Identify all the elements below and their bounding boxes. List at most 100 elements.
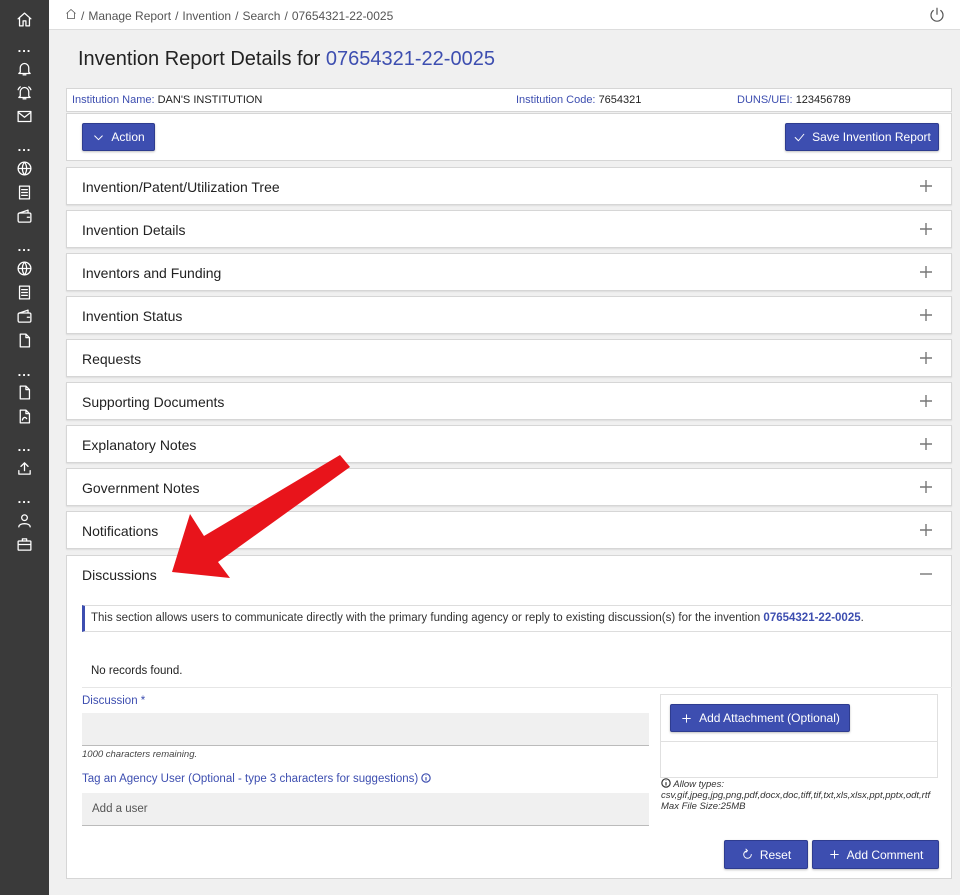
refresh-icon xyxy=(743,848,752,859)
add-attachment-button[interactable]: Add Attachment (Optional) xyxy=(670,704,850,732)
add-comment-label: Add Comment xyxy=(846,847,924,862)
panel-government-notes[interactable]: Government Notes xyxy=(66,468,952,506)
institution-name: Institution Name: DAN'S INSTITUTION xyxy=(72,94,262,106)
plus-icon[interactable] xyxy=(919,394,933,408)
duns-value: 123456789 xyxy=(795,94,851,106)
panel-title: Invention/Patent/Utilization Tree xyxy=(82,179,280,195)
institution-name-value: DAN'S INSTITUTION xyxy=(157,94,263,106)
allow-types-list: csv,gif,jpeg,jpg,png,pdf,docx,doc,tiff,t… xyxy=(661,790,931,801)
panel-title: Government Notes xyxy=(82,480,200,496)
allow-types-label: Allow types: xyxy=(673,779,724,790)
institution-code-label: Institution Code: xyxy=(516,94,596,106)
characters-remaining: 1000 characters remaining. xyxy=(82,749,198,760)
chevron-down-icon xyxy=(94,134,104,140)
max-file-size: Max File Size:25MB xyxy=(661,801,746,812)
panel-inventors-and-funding[interactable]: Inventors and Funding xyxy=(66,253,952,291)
action-button-label: Action xyxy=(111,130,145,144)
info-icon[interactable] xyxy=(421,773,432,783)
sidebar-more-dots[interactable]: ... xyxy=(0,240,49,253)
breadcrumb: / Manage Report / Invention / Search / 0… xyxy=(65,8,393,23)
checkmark-icon xyxy=(794,133,805,141)
panel-title: Supporting Documents xyxy=(82,394,225,410)
minus-icon[interactable] xyxy=(919,567,933,581)
panel-invention-details[interactable]: Invention Details xyxy=(66,210,952,248)
panel-explanatory-notes[interactable]: Explanatory Notes xyxy=(66,425,952,463)
page-title: Invention Report Details for 07654321-22… xyxy=(78,48,495,71)
action-button[interactable]: Action xyxy=(82,123,155,151)
panel-invention-status[interactable]: Invention Status xyxy=(66,296,952,334)
discussion-label: Discussion * xyxy=(82,695,146,707)
divider xyxy=(661,741,937,742)
document-list-icon[interactable] xyxy=(14,282,34,302)
home-icon[interactable] xyxy=(14,9,34,29)
panel-notifications[interactable]: Notifications xyxy=(66,511,952,549)
notice-invention-number: 07654321-22-0025 xyxy=(763,612,861,624)
plus-icon[interactable] xyxy=(919,308,933,322)
notice-end: . xyxy=(860,612,864,624)
allowed-file-types: Allow types: csv,gif,jpeg,jpg,png,pdf,do… xyxy=(661,778,951,812)
plus-icon[interactable] xyxy=(919,265,933,279)
save-invention-report-button[interactable]: Save Invention Report xyxy=(785,123,939,151)
info-icon xyxy=(661,778,671,788)
page-title-prefix: Invention Report Details for xyxy=(78,48,321,70)
add-user-input[interactable] xyxy=(82,793,649,826)
no-records-text: No records found. xyxy=(91,665,183,677)
wallet-icon[interactable] xyxy=(14,206,34,226)
add-attachment-label: Add Attachment (Optional) xyxy=(699,711,840,725)
file-icon[interactable] xyxy=(14,382,34,402)
breadcrumb-item-search[interactable]: Search xyxy=(242,9,280,23)
document-list-icon[interactable] xyxy=(14,182,34,202)
top-bar: / Manage Report / Invention / Search / 0… xyxy=(49,0,960,30)
page-title-number: 07654321-22-0025 xyxy=(325,48,495,70)
file-icon[interactable] xyxy=(14,330,34,350)
breadcrumb-item-invention[interactable]: Invention xyxy=(182,9,231,23)
pdf-file-icon[interactable] xyxy=(14,406,34,426)
panel-supporting-documents[interactable]: Supporting Documents xyxy=(66,382,952,420)
institution-code: Institution Code: 7654321 xyxy=(516,94,641,106)
plus-icon[interactable] xyxy=(919,437,933,451)
panel-title[interactable]: Discussions xyxy=(82,567,157,583)
sidebar-more-dots[interactable]: ... xyxy=(0,365,49,378)
sidebar-more-dots[interactable]: ... xyxy=(0,492,49,505)
panel-requests[interactable]: Requests xyxy=(66,339,952,377)
plus-icon[interactable] xyxy=(919,480,933,494)
panel-invention-patent-utilization-tree[interactable]: Invention/Patent/Utilization Tree xyxy=(66,167,952,205)
wallet-icon[interactable] xyxy=(14,306,34,326)
institution-code-value: 7654321 xyxy=(598,94,642,106)
panel-title: Invention Details xyxy=(82,222,186,238)
attachment-box: Add Attachment (Optional) xyxy=(660,694,938,778)
mail-icon[interactable] xyxy=(14,106,34,126)
bell-icon[interactable] xyxy=(14,58,34,78)
panel-title: Explanatory Notes xyxy=(82,437,197,453)
globe-icon[interactable] xyxy=(14,158,34,178)
duns-uei: DUNS/UEI: 123456789 xyxy=(737,94,851,106)
power-icon[interactable] xyxy=(928,6,946,24)
sidebar-more-dots[interactable]: ... xyxy=(0,440,49,453)
institution-info-bar: Institution Name: DAN'S INSTITUTION Inst… xyxy=(66,88,952,112)
breadcrumb-item-manage-report[interactable]: Manage Report xyxy=(88,9,171,23)
plus-icon[interactable] xyxy=(919,179,933,193)
tag-label-text: Tag an Agency User (Optional - type 3 ch… xyxy=(82,773,419,785)
plus-icon[interactable] xyxy=(919,222,933,236)
plus-icon xyxy=(829,850,839,859)
action-bar: Action Save Invention Report xyxy=(66,113,952,161)
breadcrumb-item-current: 07654321-22-0025 xyxy=(291,8,394,23)
plus-icon[interactable] xyxy=(919,351,933,365)
notice-text: This section allows users to communicate… xyxy=(91,612,761,624)
panel-discussions: Discussions This section allows users to… xyxy=(66,555,952,879)
plus-icon[interactable] xyxy=(919,523,933,537)
home-icon[interactable] xyxy=(65,8,77,23)
briefcase-icon[interactable] xyxy=(14,534,34,554)
divider xyxy=(82,687,952,688)
discussion-textarea[interactable] xyxy=(82,713,649,746)
bell-ring-icon[interactable] xyxy=(14,82,34,102)
user-icon[interactable] xyxy=(14,510,34,530)
upload-icon[interactable] xyxy=(14,458,34,478)
reset-button[interactable]: Reset xyxy=(724,840,808,869)
sidebar-more-dots[interactable]: ... xyxy=(0,41,49,54)
add-comment-button[interactable]: Add Comment xyxy=(812,840,939,869)
sidebar-more-dots[interactable]: ... xyxy=(0,140,49,153)
reset-button-label: Reset xyxy=(759,847,792,862)
tag-agency-user-label: Tag an Agency User (Optional - type 3 ch… xyxy=(82,773,432,785)
globe-icon[interactable] xyxy=(14,258,34,278)
